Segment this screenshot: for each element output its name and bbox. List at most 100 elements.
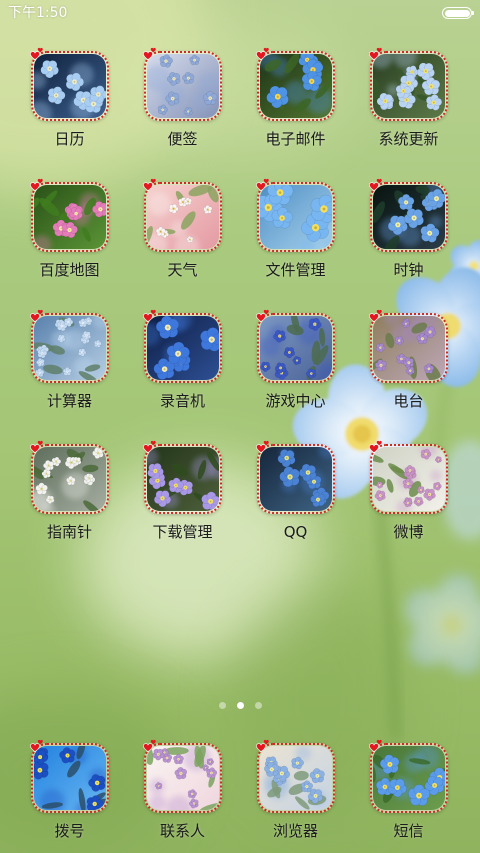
app-system-update[interactable]: 系统更新	[352, 47, 465, 182]
flower-photo	[372, 185, 445, 249]
photo-flower	[89, 85, 106, 104]
battery-icon	[442, 7, 475, 19]
app-label-clock: 时钟	[393, 261, 424, 279]
app-game-center[interactable]: 游戏中心	[239, 309, 352, 444]
heart-icon	[29, 739, 43, 752]
contacts-app-icon	[142, 739, 222, 813]
status-time: 下午1:50	[8, 5, 68, 21]
app-qq[interactable]: QQ	[239, 440, 352, 575]
app-label-notes: 便签	[167, 130, 198, 148]
flower-photo	[259, 316, 332, 380]
flower-photo	[33, 316, 106, 380]
flower-photo	[33, 54, 106, 118]
app-clock[interactable]: 时钟	[352, 178, 465, 313]
heart-icon	[368, 309, 382, 322]
app-label-messages: 短信	[393, 822, 424, 840]
flower-photo	[146, 185, 219, 249]
app-label-download-manager: 下载管理	[152, 523, 213, 541]
flower-photo	[146, 746, 219, 810]
app-notes[interactable]: 便签	[126, 47, 239, 182]
compass-app-icon	[29, 440, 109, 514]
app-baidu-maps[interactable]: 百度地图	[13, 178, 126, 313]
battery-level	[444, 9, 470, 17]
app-label-qq: QQ	[283, 523, 308, 541]
dock-app-browser[interactable]: 浏览器	[239, 739, 352, 851]
app-compass[interactable]: 指南针	[13, 440, 126, 575]
file-manager-app-icon	[255, 178, 335, 252]
app-label-file-manager: 文件管理	[265, 261, 326, 279]
app-label-baidu-maps: 百度地图	[39, 261, 100, 279]
flower-photo	[33, 447, 106, 511]
clock-app-icon	[368, 178, 448, 252]
flower-photo	[259, 185, 332, 249]
app-email[interactable]: 电子邮件	[239, 47, 352, 182]
notes-app-icon	[142, 47, 222, 121]
flower-photo	[372, 54, 445, 118]
app-weibo[interactable]: 微博	[352, 440, 465, 575]
heart-icon	[368, 739, 382, 752]
heart-icon	[142, 739, 156, 752]
app-label-weather: 天气	[167, 261, 198, 279]
status-bar: 下午1:50	[0, 0, 480, 26]
heart-icon	[368, 178, 382, 191]
app-label-dialer: 拨号	[54, 822, 85, 840]
dock-app-messages[interactable]: 短信	[352, 739, 465, 851]
flower-photo	[259, 447, 332, 511]
app-label-browser: 浏览器	[272, 822, 318, 840]
game-center-app-icon	[255, 309, 335, 383]
dock-app-contacts[interactable]: 联系人	[126, 739, 239, 851]
weather-app-icon	[142, 178, 222, 252]
flower-photo	[372, 447, 445, 511]
page-indicator	[0, 702, 480, 710]
system-update-app-icon	[368, 47, 448, 121]
dock-app-dialer[interactable]: 拨号	[13, 739, 126, 851]
baidu-maps-app-icon	[29, 178, 109, 252]
flower-photo	[146, 447, 219, 511]
app-download-manager[interactable]: 下载管理	[126, 440, 239, 575]
recorder-app-icon	[142, 309, 222, 383]
qq-app-icon	[255, 440, 335, 514]
heart-icon	[142, 47, 156, 60]
flower-photo	[372, 316, 445, 380]
page-dot	[254, 702, 262, 709]
app-label-compass: 指南针	[46, 523, 92, 541]
app-label-contacts: 联系人	[159, 822, 205, 840]
flower-photo	[372, 746, 445, 810]
heart-icon	[255, 178, 269, 191]
email-app-icon	[255, 47, 335, 121]
app-calculator[interactable]: 计算器	[13, 309, 126, 444]
calculator-app-icon	[29, 309, 109, 383]
app-grid: 日历 便签 电子邮件 系统更新 百度地图 天气 文件管理 时钟 计算器 录音机 …	[13, 47, 465, 575]
heart-icon	[29, 440, 43, 453]
flower-photo	[259, 746, 332, 810]
heart-icon	[255, 739, 269, 752]
flower-photo	[259, 54, 332, 118]
heart-icon	[142, 309, 156, 322]
dialer-app-icon	[29, 739, 109, 813]
app-calendar[interactable]: 日历	[13, 47, 126, 182]
radio-app-icon	[368, 309, 448, 383]
page-dot	[236, 702, 244, 709]
app-recorder[interactable]: 录音机	[126, 309, 239, 444]
flower-photo	[33, 746, 106, 810]
dock: 拨号 联系人 浏览器 短信	[13, 739, 465, 851]
browser-app-icon	[255, 739, 335, 813]
calendar-app-icon	[29, 47, 109, 121]
flower-photo	[146, 54, 219, 118]
heart-icon	[29, 309, 43, 322]
app-label-calculator: 计算器	[46, 392, 92, 410]
heart-icon	[142, 178, 156, 191]
messages-app-icon	[368, 739, 448, 813]
heart-icon	[142, 440, 156, 453]
heart-icon	[255, 47, 269, 60]
app-file-manager[interactable]: 文件管理	[239, 178, 352, 313]
app-radio[interactable]: 电台	[352, 309, 465, 444]
app-label-system-update: 系统更新	[378, 130, 439, 148]
heart-icon	[368, 440, 382, 453]
app-label-game-center: 游戏中心	[265, 392, 326, 410]
app-label-weibo: 微博	[393, 523, 424, 541]
download-manager-app-icon	[142, 440, 222, 514]
heart-icon	[29, 178, 43, 191]
app-label-recorder: 录音机	[159, 392, 205, 410]
app-weather[interactable]: 天气	[126, 178, 239, 313]
